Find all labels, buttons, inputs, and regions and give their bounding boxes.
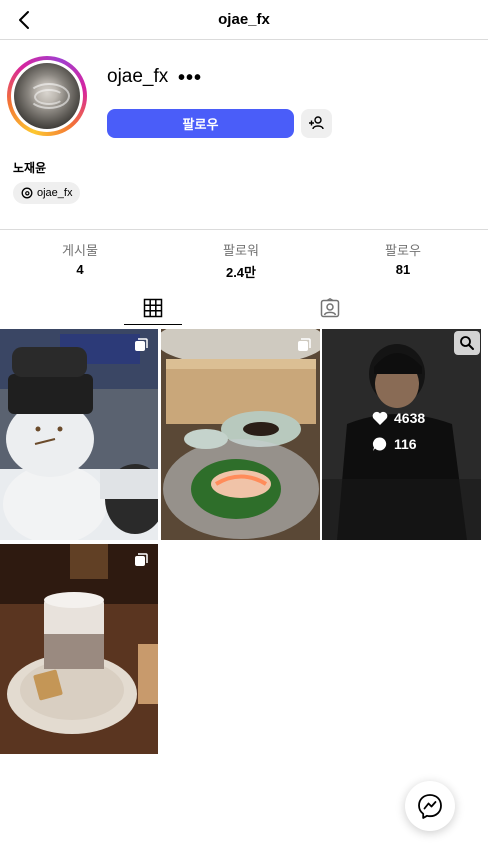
post-tile[interactable] — [0, 544, 158, 754]
post-tile[interactable]: 4638 116 — [322, 329, 481, 540]
stat-value: 2.4만 — [225, 265, 257, 280]
suggested-users-button[interactable] — [301, 109, 332, 138]
multi-photo-icon — [135, 553, 148, 566]
comments-count: 116 — [394, 436, 417, 452]
more-options-icon[interactable]: ••• — [178, 67, 202, 90]
stat-value: 4 — [76, 262, 84, 277]
stat-label: 팔로우 — [385, 243, 421, 258]
visual-search-button[interactable] — [454, 331, 480, 355]
post-image — [161, 329, 320, 540]
messenger-button[interactable] — [405, 781, 455, 831]
post-tile[interactable] — [0, 329, 158, 540]
comment-icon — [372, 437, 387, 451]
page-title: ojae_fx — [218, 11, 270, 28]
avatar[interactable] — [14, 63, 80, 129]
stat-followers[interactable]: 팔로워 2.4만 — [191, 240, 291, 281]
post-tile[interactable] — [161, 329, 320, 540]
top-bar: ojae_fx — [0, 0, 488, 40]
add-person-icon — [309, 116, 324, 130]
profile-full-name: 노재윤 — [13, 161, 47, 175]
stat-label: 팔로워 — [223, 243, 259, 258]
profile-stats: 게시물 4 팔로워 2.4만 팔로우 81 — [0, 229, 488, 284]
hover-overlay — [322, 329, 481, 540]
tab-tagged[interactable] — [301, 296, 359, 324]
grid-icon — [143, 298, 163, 318]
tab-posts-grid[interactable] — [124, 296, 182, 325]
heart-icon — [372, 411, 388, 425]
follow-button[interactable]: 팔로우 — [107, 109, 294, 138]
stat-label: 게시물 — [62, 243, 98, 258]
post-image — [0, 544, 158, 754]
profile-username: ojae_fx — [107, 66, 169, 87]
threads-icon — [21, 187, 33, 199]
search-icon — [460, 336, 474, 350]
stat-posts[interactable]: 게시물 4 — [30, 240, 130, 277]
profile-tabs — [0, 290, 488, 328]
comments-count-row: 116 — [372, 436, 417, 452]
multi-photo-icon — [298, 338, 311, 351]
likes-count-row: 4638 — [372, 410, 425, 426]
post-image — [0, 329, 158, 540]
avatar-story-ring[interactable] — [7, 56, 87, 136]
threads-handle: ojae_fx — [37, 187, 73, 199]
stat-following[interactable]: 팔로우 81 — [353, 240, 453, 277]
likes-count: 4638 — [394, 410, 426, 426]
stat-value: 81 — [395, 262, 411, 277]
multi-photo-icon — [135, 338, 148, 351]
tagged-person-icon — [320, 298, 340, 318]
threads-link[interactable]: ojae_fx — [13, 182, 81, 204]
messenger-icon — [418, 794, 442, 819]
